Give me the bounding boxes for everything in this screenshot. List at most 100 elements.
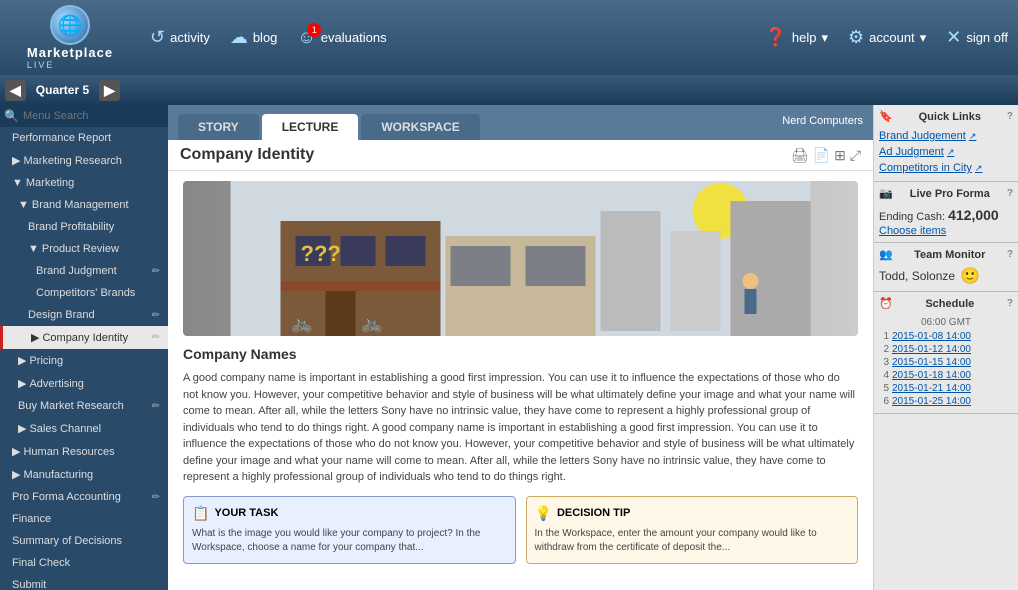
nav-blog[interactable]: ☁ blog <box>230 27 278 48</box>
right-panel: 🔖 Quick Links ? Brand Judgement ↗ Ad Jud… <box>873 105 1018 590</box>
sidebar-item-performance-report[interactable]: Performance Report <box>0 127 168 149</box>
quick-links-section: 🔖 Quick Links ? Brand Judgement ↗ Ad Jud… <box>874 105 1018 182</box>
content-area: STORY LECTURE WORKSPACE Nerd Computers C… <box>168 105 1018 590</box>
choose-items-link[interactable]: Choose items <box>879 225 1013 237</box>
schedule-help[interactable]: ? <box>1007 298 1013 309</box>
sidebar-item-brand-management[interactable]: ▼ Brand Management <box>0 194 168 216</box>
expand-icon[interactable]: ⤢ <box>850 147 861 164</box>
evaluations-badge: 1 <box>307 23 321 37</box>
nav-activity[interactable]: ↺ activity <box>150 27 210 48</box>
live-pro-forma-help[interactable]: ? <box>1007 188 1013 199</box>
schedule-row-4: 4 2015-01-18 14:00 <box>879 369 1013 382</box>
tab-story[interactable]: STORY <box>178 114 259 140</box>
pro-forma-edit-icon: ✏ <box>152 492 160 503</box>
schedule-date-5[interactable]: 2015-01-21 14:00 <box>892 383 971 394</box>
quarter-next[interactable]: ▶ <box>99 80 120 101</box>
svg-text:???: ??? <box>301 241 341 266</box>
sidebar-item-brand-judgment[interactable]: Brand Judgment ✏ <box>0 260 168 282</box>
nav-signoff[interactable]: ✕ sign off <box>946 27 1008 48</box>
svg-text:🚲: 🚲 <box>361 313 383 333</box>
ending-cash-value: 412,000 <box>948 207 999 223</box>
tab-workspace[interactable]: WORKSPACE <box>361 114 479 140</box>
schedule-header: ⏰ Schedule ? <box>879 297 1013 310</box>
sidebar-item-marketing-research[interactable]: ▶ Marketing Research <box>0 149 168 172</box>
schedule-date-1[interactable]: 2015-01-08 14:00 <box>892 331 971 342</box>
team-monitor-section: 👥 Team Monitor ? Todd, Solonze 🙂 <box>874 243 1018 292</box>
search-input[interactable] <box>23 110 164 122</box>
sidebar-item-buy-market-research[interactable]: Buy Market Research ✏ <box>0 395 168 417</box>
sidebar-item-pro-forma-accounting[interactable]: Pro Forma Accounting ✏ <box>0 486 168 508</box>
schedule-date-6[interactable]: 2015-01-25 14:00 <box>892 396 971 407</box>
your-task-label: YOUR TASK <box>214 507 278 519</box>
your-task-box: 📋 YOUR TASK What is the image you would … <box>183 496 516 564</box>
ending-cash-label: Ending Cash: <box>879 211 945 223</box>
logo-area: 🌐 Marketplace LIVE <box>10 5 130 70</box>
quick-link-ad-judgment[interactable]: Ad Judgment ↗ <box>879 144 1013 160</box>
sidebar-search: 🔍 <box>0 105 168 127</box>
schedule-label: Schedule <box>925 298 974 310</box>
search-icon: 🔍 <box>4 109 19 123</box>
sidebar: 🔍 Performance Report ▶ Marketing Researc… <box>0 105 168 590</box>
sidebar-item-company-identity[interactable]: ▶ Company Identity ✏ <box>0 326 168 349</box>
sidebar-item-design-brand[interactable]: Design Brand ✏ <box>0 304 168 326</box>
ext-icon-1: ↗ <box>947 147 955 158</box>
lecture-title: Company Identity <box>180 146 314 164</box>
nav-help[interactable]: ❓ help ▾ <box>764 27 828 48</box>
quick-links-header: 🔖 Quick Links ? <box>879 110 1013 123</box>
lecture-text: Company Names A good company name is imp… <box>183 346 858 486</box>
schedule-row-6: 6 2015-01-25 14:00 <box>879 395 1013 408</box>
bottom-boxes: 📋 YOUR TASK What is the image you would … <box>183 496 858 564</box>
ext-icon-2: ↗ <box>975 163 983 174</box>
view-icon[interactable]: 📄 <box>813 147 830 164</box>
team-monitor-icon: 👥 <box>879 248 893 261</box>
live-pro-forma-section: 📷 Live Pro Forma ? Ending Cash: 412,000 … <box>874 182 1018 243</box>
schedule-date-2[interactable]: 2015-01-12 14:00 <box>892 344 971 355</box>
sidebar-item-pricing[interactable]: ▶ Pricing <box>0 349 168 372</box>
svg-text:🚲: 🚲 <box>291 313 313 333</box>
sidebar-item-brand-profitability[interactable]: Brand Profitability <box>0 216 168 238</box>
schedule-date-3[interactable]: 2015-01-15 14:00 <box>892 357 971 368</box>
body-text: A good company name is important in esta… <box>183 370 858 486</box>
layout-icon[interactable]: ⊞ <box>834 147 846 164</box>
your-task-text: What is the image you would like your co… <box>192 527 507 555</box>
schedule-row-2: 2 2015-01-12 14:00 <box>879 343 1013 356</box>
team-monitor-label: Team Monitor <box>914 249 985 261</box>
sidebar-item-sales-channel[interactable]: ▶ Sales Channel <box>0 417 168 440</box>
team-monitor-help[interactable]: ? <box>1007 249 1013 260</box>
sidebar-item-finance[interactable]: Finance <box>0 508 168 530</box>
decision-tip-box: 💡 DECISION TIP In the Workspace, enter t… <box>526 496 859 564</box>
tab-lecture[interactable]: LECTURE <box>262 114 359 140</box>
company-identity-edit-icon: ✏ <box>152 332 160 343</box>
schedule-row-5: 5 2015-01-21 14:00 <box>879 382 1013 395</box>
print-icon[interactable]: 🖨 <box>791 147 809 164</box>
section-title: Company Names <box>183 346 858 362</box>
quick-link-brand-judgement[interactable]: Brand Judgement ↗ <box>879 128 1013 144</box>
quick-links-icon: 🔖 <box>879 110 893 123</box>
activity-icon: ↺ <box>150 27 165 48</box>
quarter-prev[interactable]: ◀ <box>5 80 26 101</box>
tab-bar: STORY LECTURE WORKSPACE Nerd Computers <box>168 105 873 140</box>
schedule-date-4[interactable]: 2015-01-18 14:00 <box>892 370 971 381</box>
nav-account[interactable]: ⚙ account ▾ <box>848 27 926 48</box>
schedule-row-3: 3 2015-01-15 14:00 <box>879 356 1013 369</box>
decision-tip-label: DECISION TIP <box>557 507 630 519</box>
nav-evaluations[interactable]: ☺ 1 evaluations <box>297 27 386 48</box>
ext-icon-0: ↗ <box>969 131 977 142</box>
sidebar-item-marketing[interactable]: ▼ Marketing <box>0 172 168 194</box>
sidebar-item-summary-of-decisions[interactable]: Summary of Decisions <box>0 530 168 552</box>
live-pro-forma-header: 📷 Live Pro Forma ? <box>879 187 1013 200</box>
pro-forma-icon: 📷 <box>879 187 893 200</box>
sidebar-item-submit[interactable]: Submit <box>0 574 168 590</box>
quick-link-competitors-in-city[interactable]: Competitors in City ↗ <box>879 160 1013 176</box>
sidebar-item-advertising[interactable]: ▶ Advertising <box>0 372 168 395</box>
quick-links-help[interactable]: ? <box>1007 111 1013 122</box>
top-bar: 🌐 Marketplace LIVE ↺ activity ☁ blog ☺ 1… <box>0 0 1018 75</box>
main-content: STORY LECTURE WORKSPACE Nerd Computers C… <box>168 105 873 590</box>
lecture-body: ??? 🚲 🚲 <box>168 171 873 590</box>
sidebar-item-manufacturing[interactable]: ▶ Manufacturing <box>0 463 168 486</box>
sidebar-item-competitors-brands[interactable]: Competitors' Brands <box>0 282 168 304</box>
sidebar-item-human-resources[interactable]: ▶ Human Resources <box>0 440 168 463</box>
sidebar-item-product-review[interactable]: ▼ Product Review <box>0 238 168 260</box>
sidebar-item-final-check[interactable]: Final Check <box>0 552 168 574</box>
account-icon: ⚙ <box>848 27 864 48</box>
